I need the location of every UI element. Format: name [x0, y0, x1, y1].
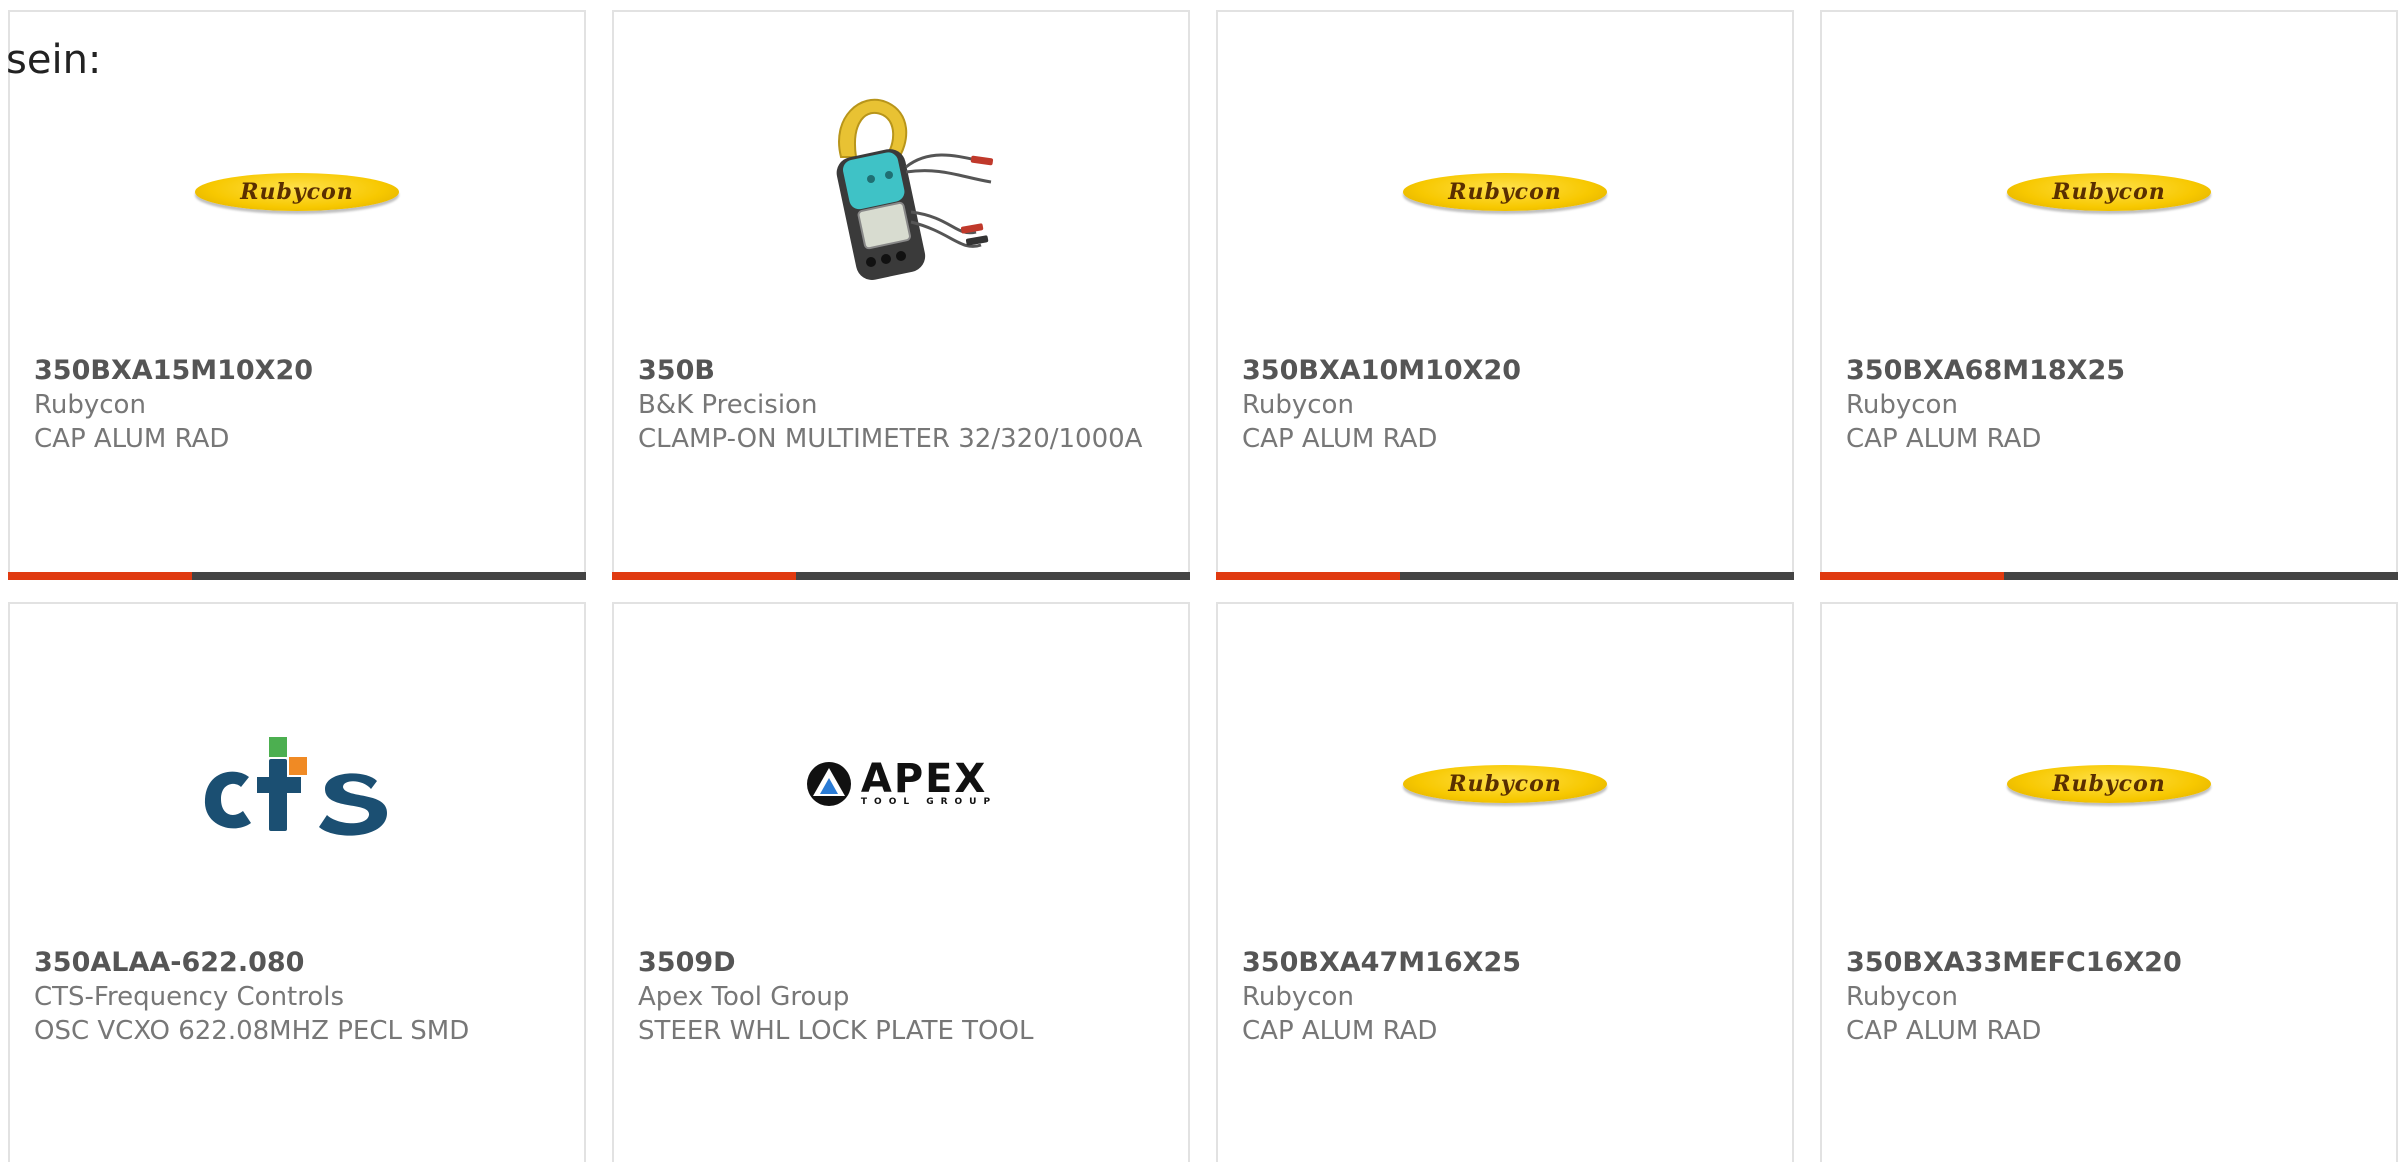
- prefix-text: sein:: [6, 37, 102, 83]
- product-info: 350BXA33MEFC16X20 Rubycon CAP ALUM RAD: [1846, 946, 2376, 1048]
- description: CAP ALUM RAD: [34, 424, 230, 454]
- page: sein: Rubycon 350BXA15M10X20 Rubycon CAP…: [0, 0, 2407, 1162]
- product-card[interactable]: APEX TOOL GROUP 3509D Apex Tool Group ST…: [612, 602, 1190, 1162]
- manufacturer: Rubycon: [1846, 390, 1958, 420]
- product-image[interactable]: Rubycon: [10, 77, 584, 307]
- part-number[interactable]: 350BXA68M18X25: [1846, 354, 2376, 388]
- product-card[interactable]: Rubycon 350BXA47M16X25 Rubycon CAP ALUM …: [1216, 602, 1794, 1162]
- card-bottom-bar: [1820, 572, 2398, 580]
- product-card[interactable]: Rubycon 350BXA68M18X25 Rubycon CAP ALUM …: [1820, 10, 2398, 580]
- card-accent-bar: [8, 572, 192, 580]
- manufacturer: Rubycon: [1242, 390, 1354, 420]
- part-number[interactable]: 350B: [638, 354, 1168, 388]
- apex-emblem-icon: [806, 762, 851, 806]
- manufacturer: Rubycon: [34, 390, 146, 420]
- description: CAP ALUM RAD: [1846, 424, 2042, 454]
- product-info: 3509D Apex Tool Group STEER WHL LOCK PLA…: [638, 946, 1168, 1048]
- part-number[interactable]: 350BXA33MEFC16X20: [1846, 946, 2376, 980]
- rubycon-logo: Rubycon: [2007, 765, 2211, 803]
- description: CLAMP-ON MULTIMETER 32/320/1000A: [638, 424, 1143, 454]
- description: OSC VCXO 622.08MHZ PECL SMD: [34, 1016, 470, 1046]
- cts-logo: [204, 737, 387, 836]
- rubycon-logo: Rubycon: [195, 173, 399, 211]
- part-number[interactable]: 350ALAA-622.080: [34, 946, 564, 980]
- card-bottom-bar: [612, 572, 1190, 580]
- manufacturer: Apex Tool Group: [638, 982, 850, 1012]
- product-image[interactable]: [10, 669, 584, 899]
- card-bottom-bar: [8, 572, 586, 580]
- product-info: 350BXA10M10X20 Rubycon CAP ALUM RAD: [1242, 354, 1772, 456]
- product-info: 350BXA15M10X20 Rubycon CAP ALUM RAD: [34, 354, 564, 456]
- card-accent-bar: [1820, 572, 2004, 580]
- card-bottom-bar: [1216, 572, 1794, 580]
- product-card[interactable]: 350B B&K Precision CLAMP-ON MULTIMETER 3…: [612, 10, 1190, 580]
- card-accent-bar: [1216, 572, 1400, 580]
- product-info: 350ALAA-622.080 CTS-Frequency Controls O…: [34, 946, 564, 1048]
- apex-logo-text: APEX: [860, 756, 988, 802]
- product-info: 350BXA68M18X25 Rubycon CAP ALUM RAD: [1846, 354, 2376, 456]
- product-image[interactable]: Rubycon: [1822, 669, 2396, 899]
- product-card[interactable]: Rubycon 350BXA33MEFC16X20 Rubycon CAP AL…: [1820, 602, 2398, 1162]
- apex-logo: APEX TOOL GROUP: [805, 756, 998, 808]
- manufacturer: B&K Precision: [638, 390, 818, 420]
- manufacturer: Rubycon: [1846, 982, 1958, 1012]
- product-card[interactable]: Rubycon 350BXA10M10X20 Rubycon CAP ALUM …: [1216, 10, 1794, 580]
- description: CAP ALUM RAD: [1242, 424, 1438, 454]
- manufacturer: Rubycon: [1242, 982, 1354, 1012]
- part-number[interactable]: 350BXA47M16X25: [1242, 946, 1772, 980]
- rubycon-logo: Rubycon: [2007, 173, 2211, 211]
- product-info: 350B B&K Precision CLAMP-ON MULTIMETER 3…: [638, 354, 1168, 456]
- product-card[interactable]: Rubycon 350BXA15M10X20 Rubycon CAP ALUM …: [8, 10, 586, 580]
- description: CAP ALUM RAD: [1242, 1016, 1438, 1046]
- part-number[interactable]: 350BXA10M10X20: [1242, 354, 1772, 388]
- manufacturer: CTS-Frequency Controls: [34, 982, 345, 1012]
- product-image[interactable]: Rubycon: [1218, 669, 1792, 899]
- product-grid: Rubycon 350BXA15M10X20 Rubycon CAP ALUM …: [8, 10, 2400, 1162]
- part-number[interactable]: 350BXA15M10X20: [34, 354, 564, 388]
- card-accent-bar: [612, 572, 796, 580]
- product-image[interactable]: Rubycon: [1218, 77, 1792, 307]
- description: CAP ALUM RAD: [1846, 1016, 2042, 1046]
- product-info: 350BXA47M16X25 Rubycon CAP ALUM RAD: [1242, 946, 1772, 1048]
- product-card[interactable]: 350ALAA-622.080 CTS-Frequency Controls O…: [8, 602, 586, 1162]
- description: STEER WHL LOCK PLATE TOOL: [638, 1016, 1034, 1046]
- apex-logo-subtext: TOOL GROUP: [860, 797, 998, 807]
- clamp-meter-icon: [836, 98, 994, 280]
- part-number[interactable]: 3509D: [638, 946, 1168, 980]
- rubycon-logo: Rubycon: [1403, 173, 1607, 211]
- product-image[interactable]: Rubycon: [1822, 77, 2396, 307]
- rubycon-logo: Rubycon: [1403, 765, 1607, 803]
- product-image[interactable]: [614, 77, 1188, 307]
- product-image[interactable]: APEX TOOL GROUP: [614, 669, 1188, 899]
